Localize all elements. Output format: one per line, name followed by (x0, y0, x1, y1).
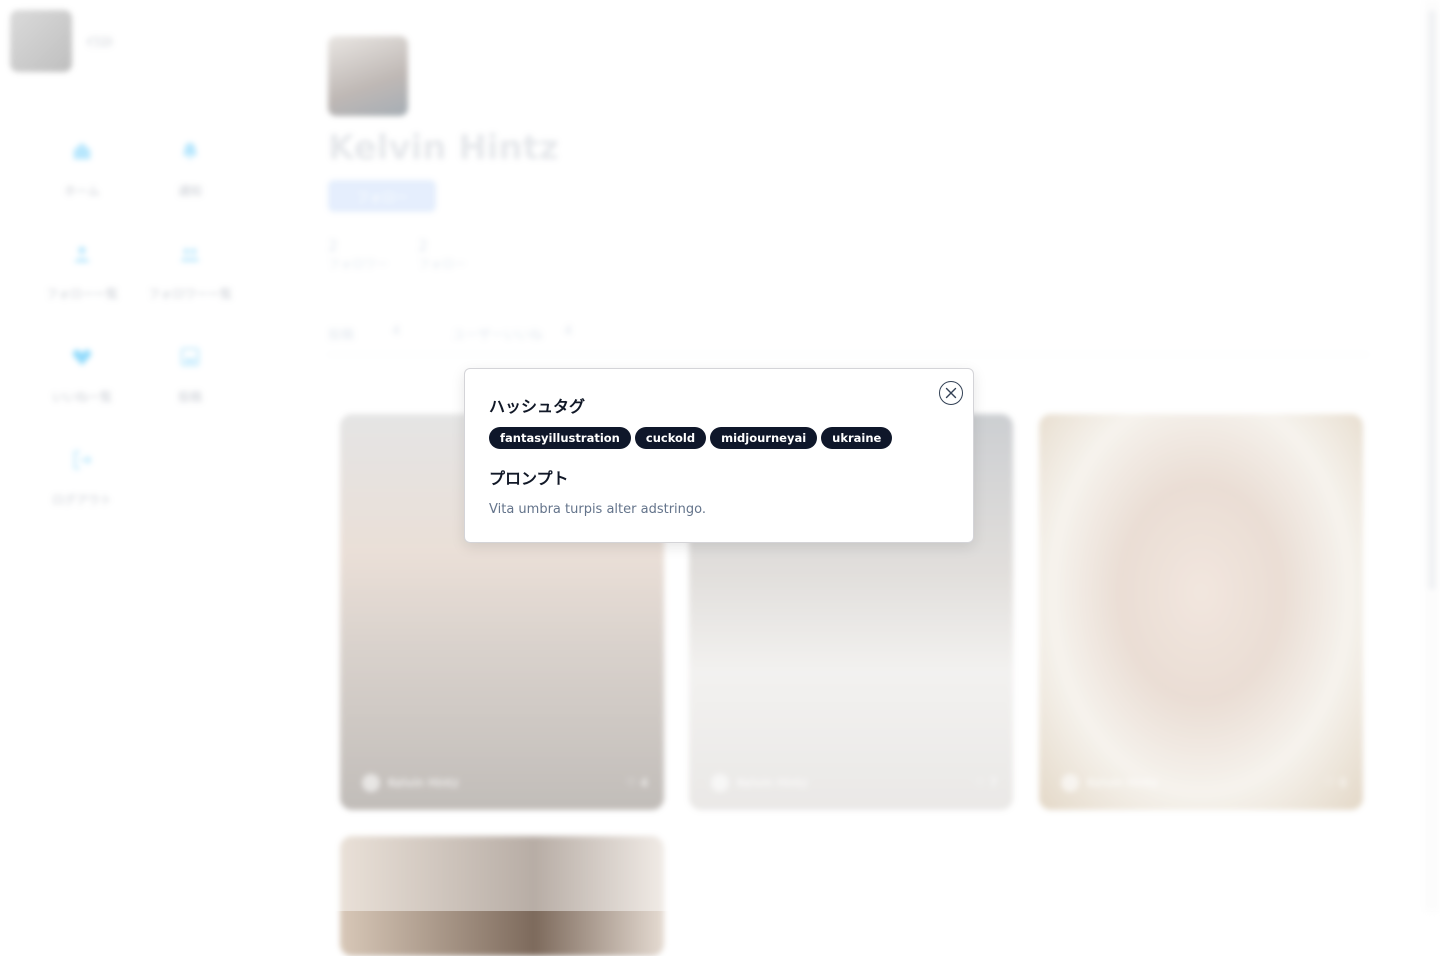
hashtags-heading: ハッシュタグ (489, 397, 586, 416)
prompt-text: Vita umbra turpis alter adstringo. (489, 502, 707, 517)
close-button[interactable] (939, 381, 963, 405)
hashtag-chip[interactable]: fantasyillustration (489, 427, 631, 449)
hashtag-chip[interactable]: midjourneyai (710, 427, 818, 449)
prompt-heading: プロンプト (489, 469, 569, 488)
hashtag-chip[interactable]: cuckold (634, 427, 707, 449)
hashtag-list: fantasyillustration cuckold midjourneyai… (489, 427, 893, 449)
post-detail-modal: ハッシュタグ fantasyillustration cuckold midjo… (464, 368, 974, 543)
close-icon (945, 387, 957, 399)
hashtag-chip[interactable]: ukraine (821, 427, 893, 449)
